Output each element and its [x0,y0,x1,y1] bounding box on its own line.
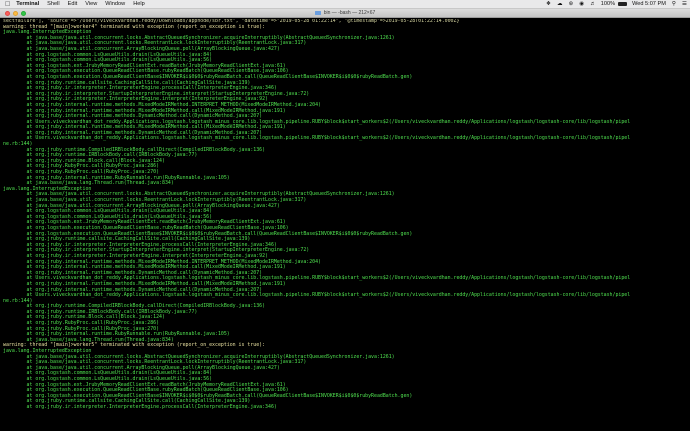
folder-icon [314,11,321,15]
wifi-icon[interactable]: ◉ [579,1,584,7]
menu-app-name[interactable]: Terminal [16,1,39,7]
dropbox-icon[interactable]: ❖ [546,1,551,7]
window-title-group: bin — -bash — 212×67 [314,10,376,16]
menu-window[interactable]: Window [105,1,125,7]
menu-bar-status-area: ❖ ☁ ⊛ ◉ ♬ 100% Wed 5:07 PM ⚲ ☰ [540,1,687,7]
menu-bar-clock[interactable]: Wed 5:07 PM [632,1,666,7]
menu-shell[interactable]: Shell [47,1,59,7]
spotlight-search-icon[interactable]: ⚲ [672,1,676,7]
minimize-window-button[interactable] [13,11,18,16]
apple-menu-icon[interactable]:  [5,0,10,9]
menu-edit[interactable]: Edit [68,1,78,7]
notification-center-icon[interactable]: ☰ [682,1,687,7]
menu-view[interactable]: View [85,1,97,7]
cloud-icon[interactable]: ☁ [557,1,563,7]
terminal-line: at org.jruby.ir.interpreter.InterpreterE… [3,403,277,410]
terminal-line: at Users.viveckvardhan_dot_reddy.Applica… [3,135,631,142]
bluetooth-icon[interactable]: ⊛ [569,1,574,7]
terminal-output[interactable]: sectfailure"], "source"=>"/Users/viveckv… [0,19,690,431]
volume-icon[interactable]: ♬ [590,1,596,7]
menu-bar:  Terminal Shell Edit View Window Help ❖… [0,0,690,9]
zoom-window-button[interactable] [21,11,26,16]
window-title: bin — -bash — 212×67 [323,10,376,16]
battery-percent[interactable]: 100% [601,1,615,7]
terminal-title-bar[interactable]: bin — -bash — 212×67 [0,9,690,18]
terminal-line: at Users.viveckvardhan_dot_reddy.Applica… [3,292,631,299]
battery-icon[interactable] [618,2,628,6]
terminal-log: sectfailure"], "source"=>"/Users/viveckv… [3,19,690,411]
menu-help[interactable]: Help [133,1,145,7]
window-controls [5,11,29,16]
close-window-button[interactable] [5,11,10,16]
